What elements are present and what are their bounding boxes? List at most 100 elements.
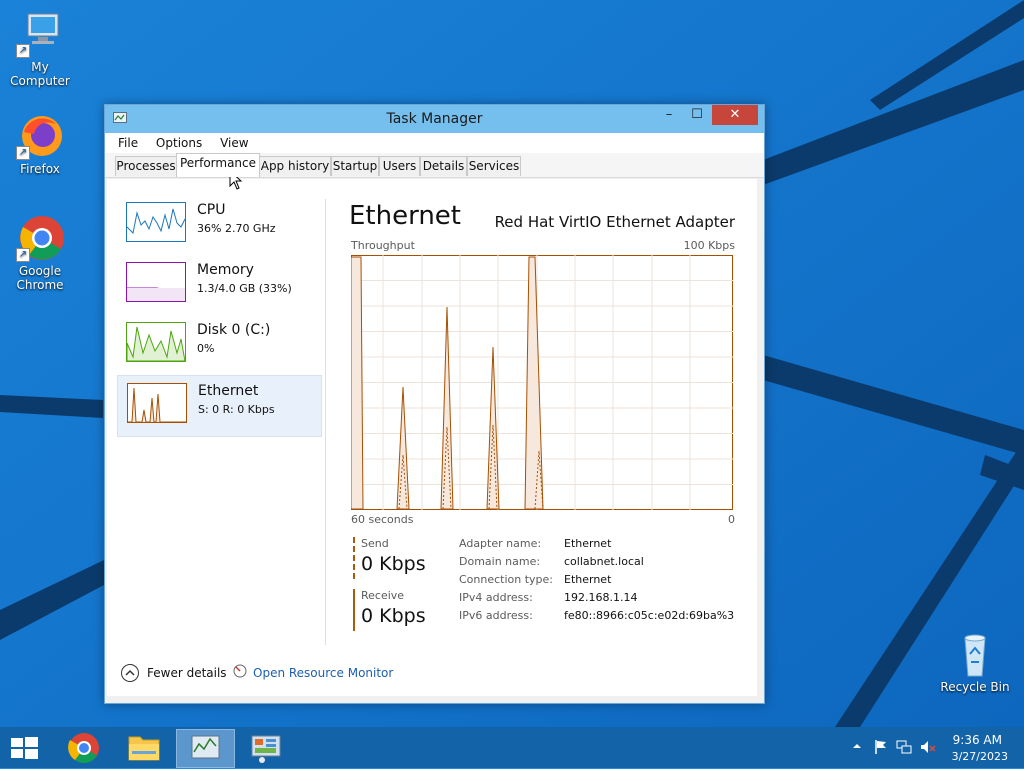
ethernet-mini-graph (127, 383, 187, 423)
desktop-icon-label: Firefox (20, 162, 60, 176)
graph-zero-label: 0 (728, 513, 735, 526)
desktop-icon-label: My Computer (10, 60, 70, 88)
task-manager-icon (191, 735, 220, 759)
graph-max-label: 100 Kbps (683, 239, 735, 252)
send-value: 0 Kbps (361, 553, 426, 575)
chevron-up-icon[interactable] (121, 664, 139, 682)
system-tray: 9:36 AM 3/27/2023 (844, 727, 1024, 768)
shortcut-arrow-icon: ↗ (16, 44, 30, 58)
cpu-mini-graph (126, 202, 186, 242)
network-icon[interactable] (896, 739, 912, 755)
tab-services[interactable]: Services (467, 156, 521, 176)
property-value: 192.168.1.14 (564, 591, 638, 604)
property-row: IPv6 address: fe80::8966:c05c:e02d:69ba%3 (459, 609, 734, 627)
action-center-flag-icon[interactable] (874, 739, 888, 755)
throughput-graph (351, 255, 733, 510)
cpu-label: CPU (197, 202, 226, 218)
tab-performance[interactable]: Performance (176, 153, 260, 177)
property-row: Adapter name: Ethernet (459, 537, 734, 555)
performance-content: CPU 36% 2.70 GHz Memory 1.3/4.0 GB (33%)… (107, 179, 757, 696)
panel-divider (325, 199, 326, 645)
detail-title: Ethernet (349, 201, 461, 231)
task-manager-window[interactable]: Task Manager – ☐ ✕ File Options View Pro… (104, 104, 765, 704)
taskbar-chrome-button[interactable] (56, 729, 112, 766)
memory-mini-graph (126, 262, 186, 302)
disk-mini-graph (126, 322, 186, 362)
clock-date[interactable]: 3/27/2023 (952, 750, 1008, 763)
receive-label: Receive (361, 589, 405, 602)
time-span-label: 60 seconds (351, 513, 414, 526)
menu-view[interactable]: View (213, 133, 255, 152)
clock-time[interactable]: 9:36 AM (953, 733, 1002, 747)
ethernet-value: S: 0 R: 0 Kbps (198, 403, 275, 416)
property-value: Ethernet (564, 537, 612, 550)
chrome-icon: ↗ (16, 214, 64, 262)
tab-startup[interactable]: Startup (331, 156, 379, 176)
windows-logo-icon (11, 737, 38, 759)
chrome-icon (68, 733, 99, 764)
recycle-bin-icon (951, 630, 999, 678)
taskbar-file-explorer-button[interactable] (116, 729, 172, 766)
receive-stat: Receive 0 Kbps (353, 589, 451, 631)
property-row: Domain name: collabnet.local (459, 555, 734, 573)
sidebar-item-disk[interactable]: Disk 0 (C:) 0% (117, 315, 320, 375)
property-key: Adapter name: (459, 537, 542, 550)
property-key: IPv4 address: (459, 591, 533, 604)
title-bar[interactable]: Task Manager – ☐ ✕ (105, 105, 764, 133)
properties-list: Adapter name: Ethernet Domain name: collab… (459, 537, 734, 627)
adapter-title: Red Hat VirtIO Ethernet Adapter (494, 213, 735, 231)
desktop-icon-label: Google Chrome (16, 264, 64, 292)
property-value: Ethernet (564, 573, 612, 586)
taskbar-task-manager-button[interactable] (176, 729, 235, 768)
sidebar-item-ethernet[interactable]: Ethernet S: 0 R: 0 Kbps (117, 375, 322, 437)
start-button[interactable] (0, 729, 48, 766)
taskbar-control-panel-button[interactable] (238, 729, 294, 766)
menu-bar: File Options View (105, 133, 764, 153)
control-panel-icon (251, 735, 281, 763)
throughput-label: Throughput (351, 239, 415, 252)
tab-strip: Processes Performance App history Startu… (105, 153, 764, 178)
open-resource-monitor-link[interactable]: Open Resource Monitor (253, 666, 393, 680)
resource-monitor-icon (233, 664, 247, 678)
desktop-icon-my-computer[interactable]: ↗ My Computer (0, 10, 80, 88)
property-key: Domain name: (459, 555, 541, 568)
memory-label: Memory (197, 262, 254, 278)
send-stat: Send 0 Kbps (353, 537, 451, 579)
property-value: fe80::8966:c05c:e02d:69ba%3 (564, 609, 735, 622)
desktop-icon-firefox[interactable]: ↗ Firefox (0, 112, 80, 176)
fewer-details-button[interactable]: Fewer details (147, 666, 227, 680)
sidebar-item-cpu[interactable]: CPU 36% 2.70 GHz (117, 195, 320, 255)
menu-file[interactable]: File (111, 133, 145, 152)
desktop-icon-label: Recycle Bin (940, 680, 1010, 694)
tab-users[interactable]: Users (379, 156, 420, 176)
show-hidden-icons-icon[interactable] (852, 741, 862, 751)
shortcut-arrow-icon: ↗ (16, 146, 30, 160)
firefox-icon: ↗ (16, 112, 64, 160)
property-row: Connection type: Ethernet (459, 573, 734, 591)
receive-value: 0 Kbps (361, 605, 426, 627)
tab-details[interactable]: Details (420, 156, 467, 176)
menu-options[interactable]: Options (149, 133, 209, 152)
desktop-icon-google-chrome[interactable]: ↗ Google Chrome (0, 214, 80, 292)
minimize-button[interactable]: – (654, 105, 684, 125)
computer-icon: ↗ (16, 10, 64, 58)
volume-muted-icon[interactable] (920, 739, 936, 755)
property-value: collabnet.local (564, 555, 644, 568)
bottom-bar: Fewer details Open Resource Monitor (121, 662, 741, 684)
folder-icon (128, 736, 160, 761)
memory-value: 1.3/4.0 GB (33%) (197, 282, 292, 295)
property-key: Connection type: (459, 573, 554, 586)
maximize-button[interactable]: ☐ (682, 105, 712, 125)
disk-value: 0% (197, 342, 215, 355)
property-key: IPv6 address: (459, 609, 533, 622)
tab-processes[interactable]: Processes (115, 156, 177, 176)
sidebar-item-memory[interactable]: Memory 1.3/4.0 GB (33%) (117, 255, 320, 315)
ethernet-label: Ethernet (198, 383, 259, 399)
taskbar: 9:36 AM 3/27/2023 (0, 727, 1024, 768)
shortcut-arrow-icon: ↗ (16, 248, 30, 262)
desktop-icon-recycle-bin[interactable]: Recycle Bin (935, 630, 1015, 694)
cpu-value: 36% 2.70 GHz (197, 222, 276, 235)
close-button[interactable]: ✕ (712, 105, 758, 125)
tab-app-history[interactable]: App history (259, 156, 331, 176)
disk-label: Disk 0 (C:) (197, 322, 271, 338)
